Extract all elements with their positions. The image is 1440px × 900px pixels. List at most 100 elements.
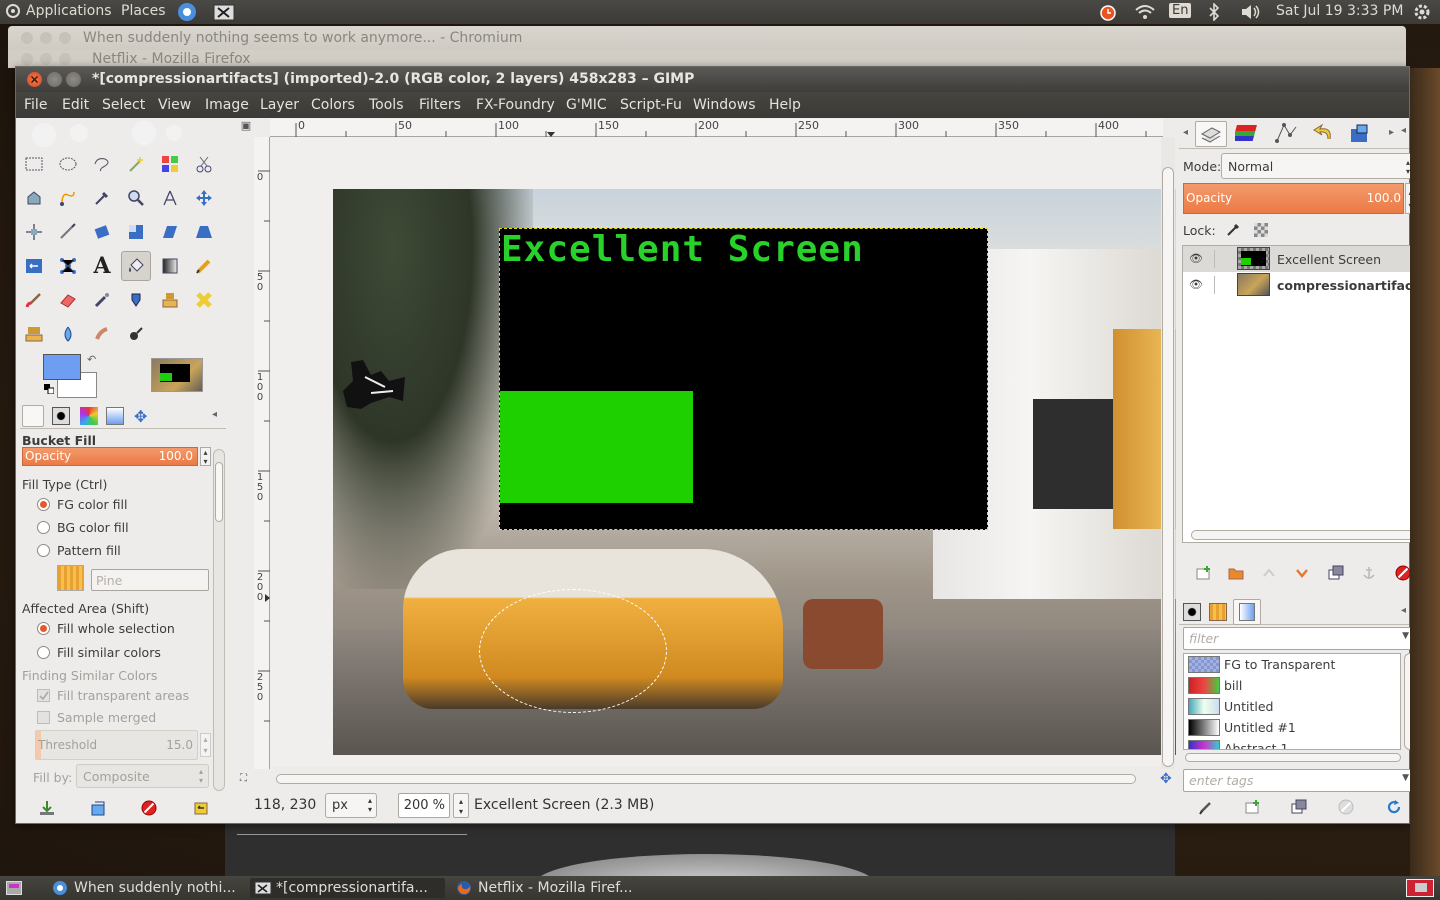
shear-tool-icon[interactable] (155, 217, 185, 247)
gimp-titlebar[interactable]: *[compressionartifacts] (imported)-2.0 (… (16, 67, 1409, 92)
edit-gradient-icon[interactable] (1198, 799, 1214, 815)
rect-select-tool-icon[interactable] (19, 149, 49, 179)
alarm-clock-icon[interactable] (1098, 2, 1118, 22)
menu-file[interactable]: File (24, 97, 47, 113)
quick-mask-corner-icon[interactable]: ▣ (238, 119, 254, 137)
measure-tool-icon[interactable] (155, 183, 185, 213)
fill-similar-colors-radio[interactable] (37, 646, 50, 659)
menu-layer[interactable]: Layer (260, 97, 299, 113)
screenshot-launcher-icon[interactable] (213, 2, 235, 22)
taskbar-item-chromium[interactable]: When suddenly nothi... (48, 878, 243, 898)
fg-color-fill-radio[interactable] (37, 498, 50, 511)
fill-by-select[interactable]: Composite ▴ ▾ (76, 764, 209, 788)
lower-layer-icon[interactable] (1294, 565, 1310, 581)
minimize-icon[interactable] (47, 72, 62, 87)
wifi-icon[interactable] (1134, 3, 1156, 21)
workspace-switcher[interactable] (1406, 879, 1434, 897)
scissors-tool-icon[interactable] (189, 149, 219, 179)
tab-images-icon[interactable] (1347, 121, 1373, 145)
paths-tool-icon[interactable] (53, 183, 83, 213)
navigate-icon[interactable]: ✥ (1160, 771, 1172, 787)
restore-tool-options-icon[interactable] (89, 799, 107, 817)
free-select-tool-icon[interactable] (87, 149, 117, 179)
bucket-fill-tool-icon[interactable] (121, 251, 151, 281)
keyboard-layout-indicator[interactable]: En (1169, 3, 1192, 18)
swap-colors-icon[interactable]: ↶ (87, 353, 96, 366)
fuzzy-select-tool-icon[interactable] (121, 149, 151, 179)
ellipse-selection[interactable] (479, 589, 667, 713)
delete-layer-icon[interactable] (1395, 565, 1411, 581)
duplicate-layer-icon[interactable] (1328, 565, 1344, 581)
tab-scroll-left-icon[interactable]: ◂ (1183, 127, 1188, 138)
pattern-preview[interactable] (57, 565, 84, 591)
clock[interactable]: Sat Jul 19 3:33 PM (1276, 3, 1403, 19)
gradient-item[interactable]: Untitled #1 (1184, 717, 1400, 738)
pencil-tool-icon[interactable] (189, 251, 219, 281)
text-tool-icon[interactable]: A (87, 251, 117, 281)
menu-edit[interactable]: Edit (62, 97, 89, 113)
perspective-tool-icon[interactable] (189, 217, 219, 247)
places-menu[interactable]: Places (121, 3, 166, 19)
fill-transparent-checkbox[interactable] (37, 689, 50, 702)
layer-opacity-slider[interactable]: Opacity 100.0 (1183, 183, 1404, 214)
select-by-color-tool-icon[interactable] (155, 149, 185, 179)
menu-gmic[interactable]: G'MIC (566, 97, 607, 113)
lock-alpha-icon[interactable] (1254, 223, 1268, 237)
menu-filters[interactable]: Filters (419, 97, 461, 113)
rotate-tool-icon[interactable] (87, 217, 117, 247)
align-tool-icon[interactable] (19, 217, 49, 247)
reset-tool-options-icon[interactable] (192, 799, 210, 817)
horizontal-scrollbar[interactable]: ⛶ ✥ (236, 771, 1176, 787)
ubuntu-logo-icon[interactable] (6, 4, 20, 18)
chromium-window-bg[interactable]: When suddenly nothing seems to work anym… (8, 26, 1406, 50)
eraser-tool-icon[interactable] (53, 285, 83, 315)
image-canvas[interactable]: Excellent Screen (333, 189, 1176, 755)
menu-colors[interactable]: Colors (311, 97, 355, 113)
save-tool-options-icon[interactable] (38, 799, 56, 817)
visibility-eye-icon[interactable]: 👁 (1189, 252, 1203, 265)
vertical-ruler[interactable]: 0 5 0 1 0 0 1 5 0 2 0 0 2 5 0 (254, 137, 270, 769)
default-colors-icon[interactable] (44, 384, 54, 394)
blur-tool-icon[interactable] (53, 319, 83, 349)
threshold-slider[interactable]: Threshold 15.0 (35, 730, 198, 760)
session-gear-icon[interactable] (1412, 2, 1432, 22)
menu-image[interactable]: Image (205, 97, 249, 113)
tab-gradients-icon[interactable] (106, 407, 124, 425)
gradient-tags-input[interactable]: enter tags ▼ (1183, 769, 1416, 792)
tab-tool-options[interactable] (22, 405, 44, 427)
maximize-icon[interactable] (66, 72, 81, 87)
unit-select[interactable]: px ▴ ▾ (325, 793, 377, 818)
gradient-item[interactable]: Abstract 1 (1184, 738, 1400, 749)
show-desktop-icon[interactable] (6, 881, 22, 895)
color-picker-tool-icon[interactable] (87, 183, 117, 213)
tab-brushes-icon[interactable] (52, 407, 70, 425)
foreground-color-swatch[interactable] (43, 354, 81, 380)
delete-tool-options-icon[interactable] (140, 799, 158, 817)
tab-patterns-icon[interactable] (1209, 603, 1227, 621)
refresh-gradients-icon[interactable] (1386, 799, 1402, 815)
chromium-launcher-icon[interactable] (177, 2, 197, 22)
opacity-spin[interactable]: ▴ ▾ (200, 447, 211, 466)
menu-fx-foundry[interactable]: FX-Foundry (476, 97, 555, 113)
gradient-item[interactable]: FG to Transparent (1184, 654, 1400, 675)
tab-layers-icon[interactable] (1195, 121, 1227, 147)
ellipse-select-tool-icon[interactable] (53, 149, 83, 179)
zoom-dropdown[interactable]: ▴ ▾ (453, 793, 469, 818)
layer-row[interactable]: 👁 compressionartifacts.jpg (1183, 272, 1440, 298)
new-gradient-icon[interactable] (1244, 799, 1260, 815)
sample-merged-checkbox[interactable] (37, 711, 50, 724)
tab-gradients[interactable] (1233, 599, 1261, 625)
image-viewport[interactable]: Excellent Screen (271, 137, 1176, 767)
layers-hscrollbar[interactable] (1191, 530, 1419, 540)
anchor-layer-icon[interactable] (1361, 565, 1377, 581)
threshold-spin[interactable]: ▴ ▾ (200, 733, 211, 757)
heal-tool-icon[interactable] (189, 285, 219, 315)
lock-pixels-icon[interactable] (1226, 223, 1240, 237)
scale-tool-icon[interactable] (121, 217, 151, 247)
volume-icon[interactable] (1240, 3, 1262, 21)
tab-patterns-icon[interactable] (80, 407, 98, 425)
blend-tool-icon[interactable] (155, 251, 185, 281)
delete-gradient-icon[interactable] (1338, 799, 1354, 815)
window-controls[interactable] (20, 31, 71, 45)
gradient-filter-input[interactable]: filter ▼ (1183, 627, 1416, 650)
